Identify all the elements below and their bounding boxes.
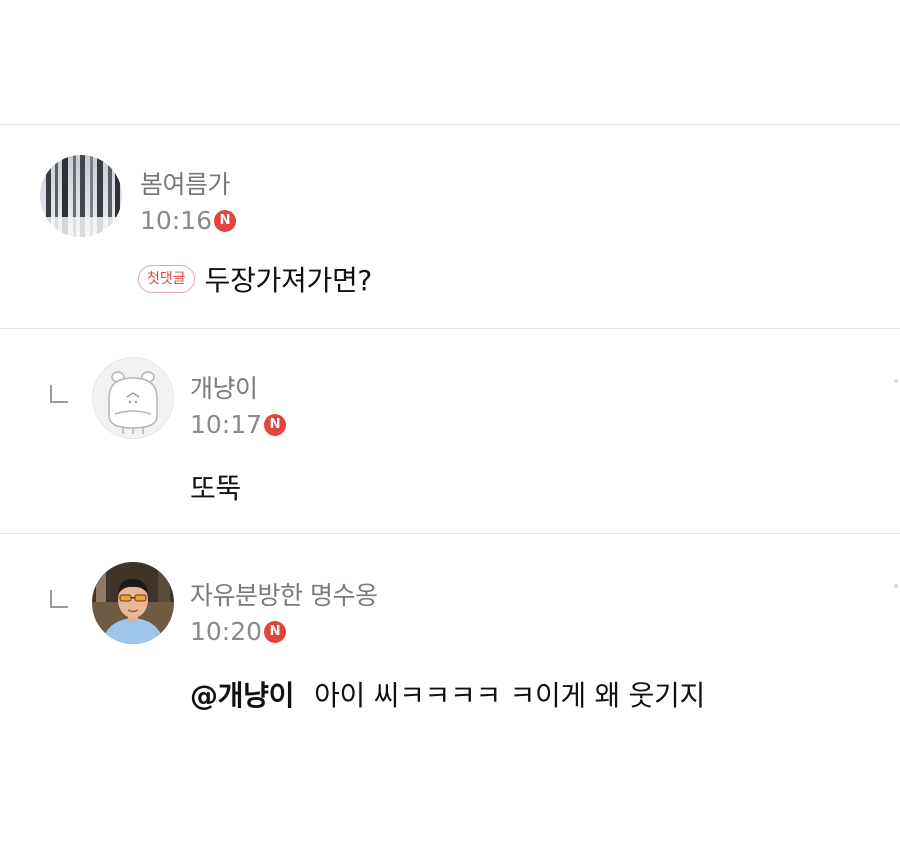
more-options-icon[interactable] bbox=[894, 584, 898, 588]
comment-meta: 10:17 N bbox=[190, 410, 287, 439]
comment-body: @개냥이 아이 씨ㅋㅋㅋㅋ ㅋ이게 왜 웃기지 bbox=[190, 674, 705, 714]
new-badge: N bbox=[264, 620, 287, 643]
comment-text: 두장가져가면? bbox=[204, 264, 373, 297]
comment-text: 아이 씨ㅋㅋㅋㅋ ㅋ이게 왜 웃기지 bbox=[314, 679, 705, 712]
comment-item: 봄여름가 10:16 N 첫댓글 두장가져가면? bbox=[0, 125, 900, 328]
person-photo-avatar[interactable] bbox=[92, 562, 174, 644]
forest-photo-avatar[interactable] bbox=[40, 155, 122, 237]
new-badge: N bbox=[264, 413, 287, 436]
comment-text: 또뚝 bbox=[190, 472, 241, 505]
comment-item: 자유분방한 명수옹 10:20 N @개냥이 아이 씨ㅋㅋㅋㅋ ㅋ이게 왜 웃기… bbox=[0, 534, 900, 764]
comment-author[interactable]: 자유분방한 명수옹 bbox=[190, 576, 378, 612]
comment-item: 개냥이 10:17 N 또뚝 bbox=[0, 329, 900, 533]
reply-arrow-icon bbox=[50, 385, 68, 403]
mention-link[interactable]: @개냥이 bbox=[190, 674, 294, 714]
comment-time: 10:20 bbox=[190, 617, 263, 646]
comment-author[interactable]: 봄여름가 bbox=[140, 165, 231, 201]
hippo-cartoon-avatar[interactable] bbox=[92, 357, 174, 439]
comment-meta: 10:16 N bbox=[140, 206, 237, 235]
first-comment-badge: 첫댓글 bbox=[138, 265, 195, 293]
new-badge: N bbox=[214, 209, 237, 232]
comment-time: 10:16 bbox=[140, 206, 213, 235]
reply-arrow-icon bbox=[50, 590, 68, 608]
comment-body: 첫댓글 두장가져가면? bbox=[138, 259, 372, 299]
more-options-icon[interactable] bbox=[894, 379, 898, 383]
comment-body: 또뚝 bbox=[190, 467, 241, 507]
comment-author[interactable]: 개냥이 bbox=[190, 369, 258, 405]
comment-time: 10:17 bbox=[190, 410, 263, 439]
comment-meta: 10:20 N bbox=[190, 617, 287, 646]
